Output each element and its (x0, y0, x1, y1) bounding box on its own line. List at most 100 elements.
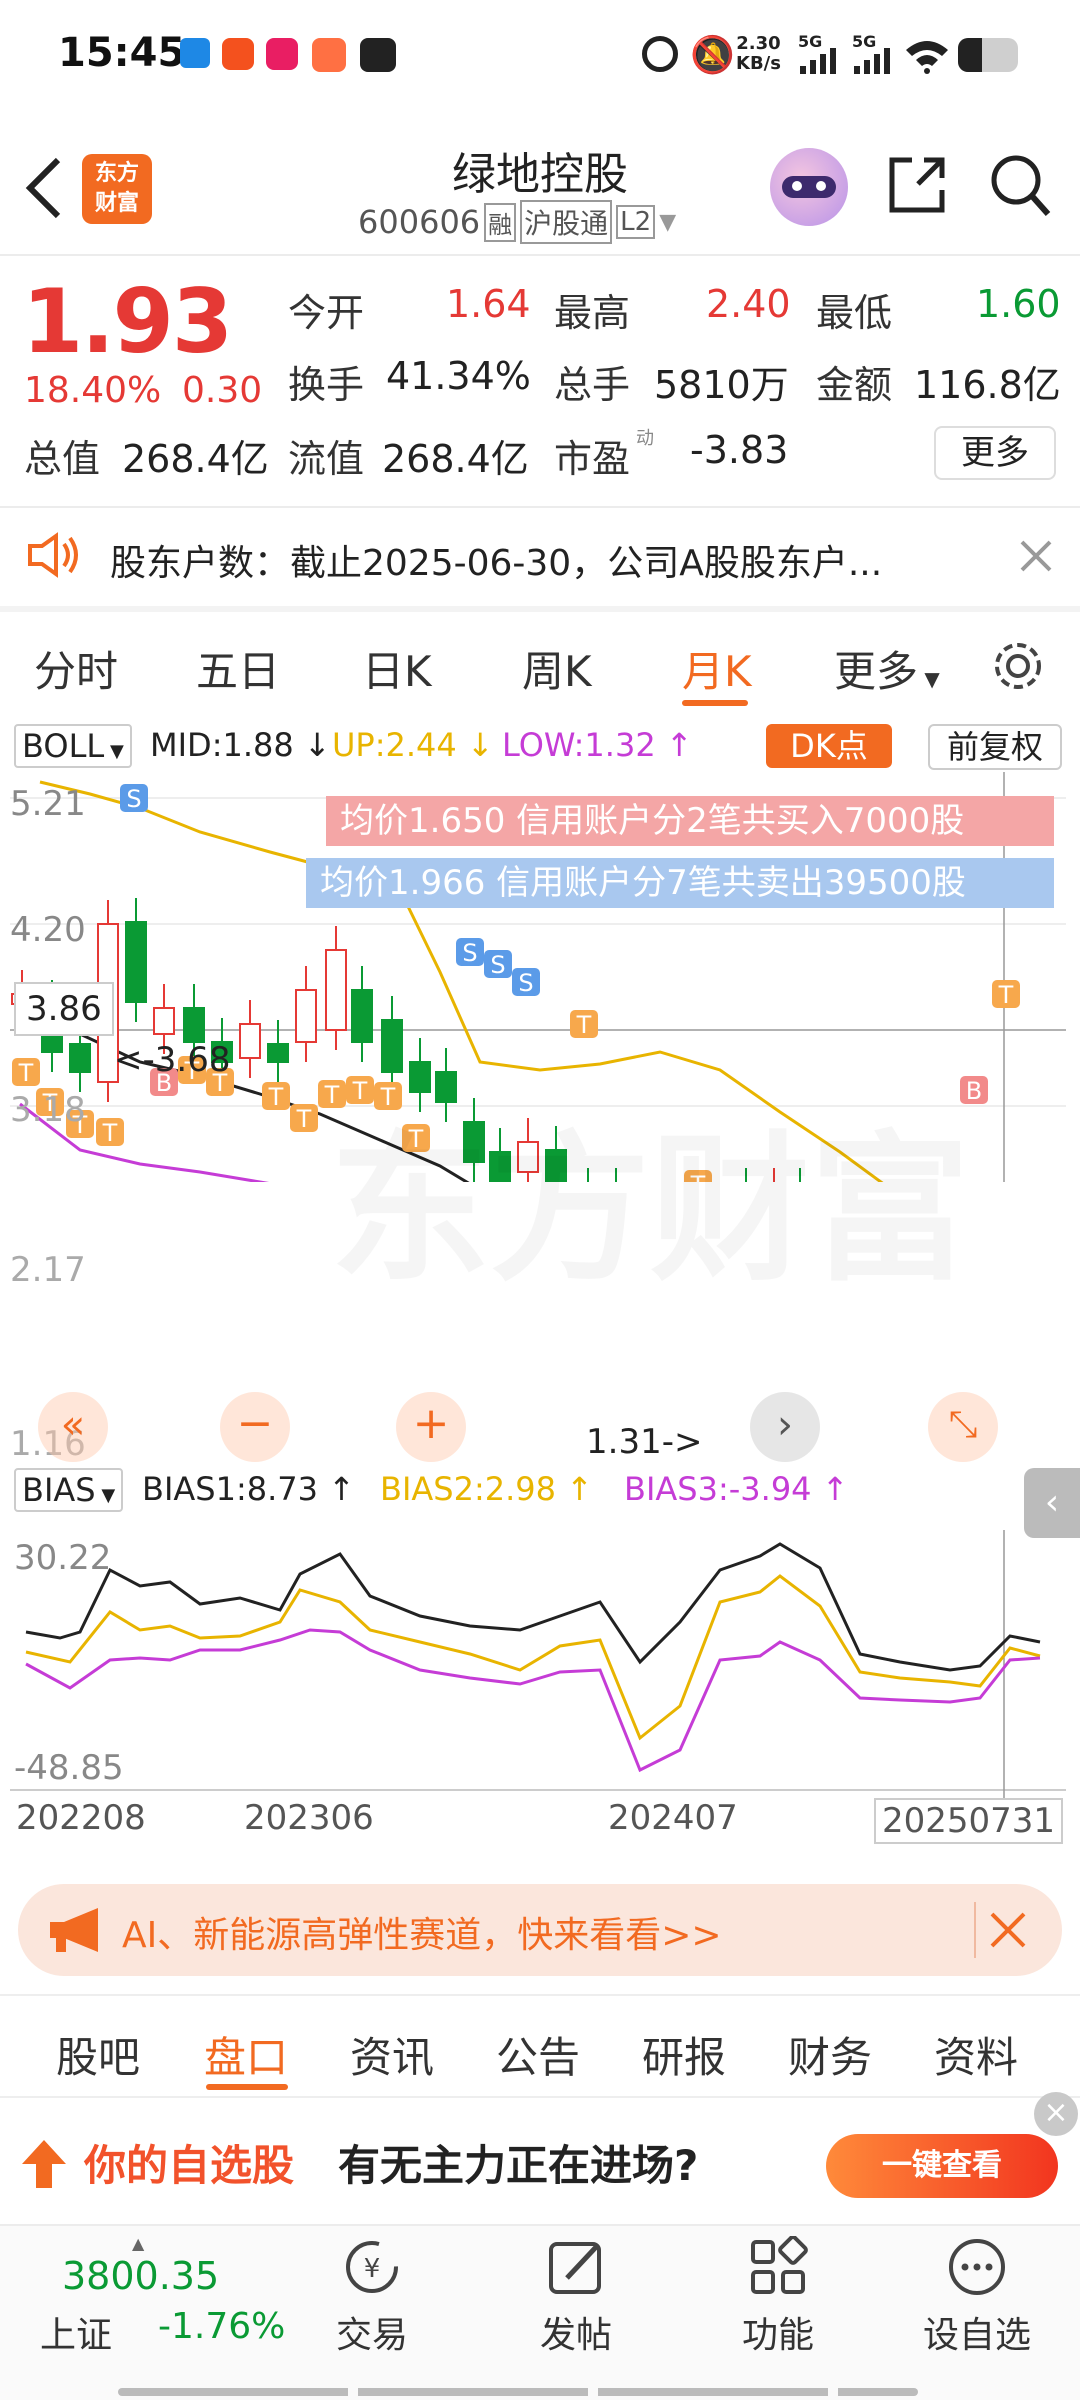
more-dots-icon (949, 2239, 1005, 2295)
y-axis-label: 2.17 (10, 1250, 86, 1290)
app-notification-icon (312, 38, 346, 72)
close-icon[interactable]: × (1034, 2092, 1078, 2136)
pe-superscript: 动 (636, 428, 654, 449)
tab-weekly-k[interactable]: 周K (522, 638, 592, 699)
close-icon[interactable] (988, 1910, 1028, 1950)
promo-highlight: 你的自选股 (84, 2141, 295, 2190)
notice-bar[interactable]: 股东户数：截止2025-06-30，公司A股股东户... (0, 508, 1080, 606)
ad-banner[interactable]: AI、新能源高弹性赛道，快来看看>> (18, 1884, 1062, 1976)
tab-order-book[interactable]: 盘口 (204, 2024, 288, 2085)
low-value: 1.60 (976, 282, 1061, 326)
y-axis-label: 5.21 (10, 784, 86, 824)
app-notification-icon (266, 38, 298, 70)
signal-icon (800, 48, 836, 74)
turnover-value: 41.34% (386, 354, 531, 398)
credit-buy-banner: 均价1.650 信用账户分2笔共买入7000股 (326, 796, 1054, 846)
stock-name: 绿地控股 (452, 149, 628, 200)
stock-code: 600606 (358, 203, 481, 241)
badge-hgt: 沪股通 (520, 200, 613, 244)
float-value: 268.4亿 (382, 437, 529, 481)
amount-value: 116.8亿 (914, 363, 1061, 407)
promo-strip[interactable]: 你的自选股 有无主力正在进场? 一键查看 × (0, 2092, 1080, 2224)
tab-forum[interactable]: 股吧 (56, 2024, 140, 2085)
badge-l2: L2 (616, 205, 656, 239)
tab-more[interactable]: 更多 ▼ (834, 638, 940, 699)
app-notification-icon (360, 38, 396, 72)
app-notification-icon (222, 38, 254, 70)
content-tabs: 股吧 盘口 资讯 公告 研报 财务 资料 (0, 1994, 1080, 2098)
check-now-button[interactable]: 一键查看 (826, 2134, 1058, 2198)
post-button[interactable]: 发帖 (526, 2236, 626, 2358)
bias1-line (25, 1542, 1041, 1672)
zoom-out-button[interactable]: − (220, 1392, 290, 1462)
tab-monthly-k[interactable]: 月K (682, 638, 752, 699)
back-arrow-icon[interactable] (22, 156, 66, 220)
grid-icon (751, 2235, 808, 2294)
functions-label: 功能 (741, 2315, 814, 2356)
close-icon[interactable] (1018, 538, 1054, 574)
y-axis-label: 3.18 (10, 1090, 86, 1130)
tab-profile[interactable]: 资料 (934, 2024, 1018, 2085)
side-collapse-tab[interactable]: ‹ (1024, 1468, 1080, 1538)
kline-chart-area[interactable]: BOLL ▼ MID:1.88 ↓ UP:2.44 ↓ LOW:1.32 ↑ D… (0, 710, 1080, 1870)
tab-daily-k[interactable]: 日K (362, 638, 432, 699)
scroll-right-button[interactable]: › (750, 1392, 820, 1462)
trade-button[interactable]: ¥ 交易 (322, 2236, 422, 2358)
x-axis-label: 202407 (608, 1798, 738, 1838)
last-price: 1.93 (22, 270, 233, 373)
pe-value: -3.83 (690, 428, 789, 472)
bias-y-top: 30.22 (14, 1538, 112, 1578)
index-change[interactable]: -1.76% (158, 2306, 285, 2347)
chevron-down-icon: ▼ (659, 209, 677, 235)
bias-chart[interactable] (0, 1530, 1080, 1810)
eastmoney-logo[interactable]: 东方 财富 (82, 154, 152, 224)
tab-news[interactable]: 资讯 (350, 2024, 434, 2085)
amount-label: 金额 (816, 363, 893, 407)
add-watchlist-button[interactable]: 设自选 (912, 2236, 1042, 2358)
gesture-bar (118, 2388, 918, 2396)
tab-research[interactable]: 研报 (642, 2024, 726, 2085)
gear-icon[interactable] (990, 638, 1046, 694)
more-quote-button[interactable]: 更多 (934, 426, 1056, 480)
stock-header: 东方 财富 绿地控股 600606 融 沪股通 L2 ▼ (0, 130, 1080, 254)
tab-intraday[interactable]: 分时 (34, 638, 118, 699)
mute-icon: 🔕 (690, 35, 735, 76)
watermark: 东方财富 (330, 1080, 970, 1312)
credit-sell-banner: 均价1.966 信用账户分7笔共卖出39500股 (306, 858, 1054, 908)
search-icon[interactable] (988, 152, 1052, 218)
stock-code-row[interactable]: 600606 融 沪股通 L2 ▼ (358, 200, 677, 244)
adjust-button[interactable]: 前复权 (928, 724, 1062, 770)
index-value[interactable]: 3800.35 (62, 2254, 219, 2298)
tab-announcements[interactable]: 公告 (496, 2024, 580, 2085)
mcap-label: 总值 (24, 437, 101, 481)
trade-marker-letter: S (490, 951, 505, 979)
tab-five-day[interactable]: 五日 (196, 638, 280, 699)
t-marker-letter: T (102, 1119, 118, 1147)
index-name[interactable]: 上证 (40, 2306, 112, 2358)
expand-icon[interactable]: ⤡ (928, 1392, 998, 1462)
x-axis-label: 202208 (16, 1798, 146, 1838)
caret-down-icon: ▼ (95, 1485, 116, 1506)
speaker-icon (28, 532, 78, 578)
ad-divider (974, 1902, 976, 1958)
alarm-icon (642, 36, 678, 72)
tab-finance[interactable]: 财务 (788, 2024, 872, 2085)
boll-selector[interactable]: BOLL ▼ (14, 724, 132, 768)
change-percent: 18.40% (24, 370, 162, 411)
trade-marker-letter: S (126, 785, 141, 813)
high-value: 2.40 (706, 282, 791, 326)
share-icon[interactable] (886, 154, 948, 216)
zoom-in-button[interactable]: + (396, 1392, 466, 1462)
app-notification-icon (180, 38, 210, 68)
volume-label: 总手 (554, 363, 631, 407)
scroll-left-fast-button[interactable]: « (38, 1392, 108, 1462)
trade-label: 交易 (335, 2315, 408, 2356)
dk-point-button[interactable]: DK点 (766, 724, 892, 768)
add-watchlist-label: 设自选 (922, 2315, 1031, 2356)
assistant-avatar[interactable] (770, 148, 848, 226)
candle-body (351, 989, 373, 1043)
bias-selector[interactable]: BIAS ▼ (14, 1468, 124, 1512)
boll-mid: MID:1.88 ↓ (150, 726, 331, 764)
functions-button[interactable]: 功能 (728, 2235, 828, 2358)
battery-icon (958, 38, 1018, 72)
